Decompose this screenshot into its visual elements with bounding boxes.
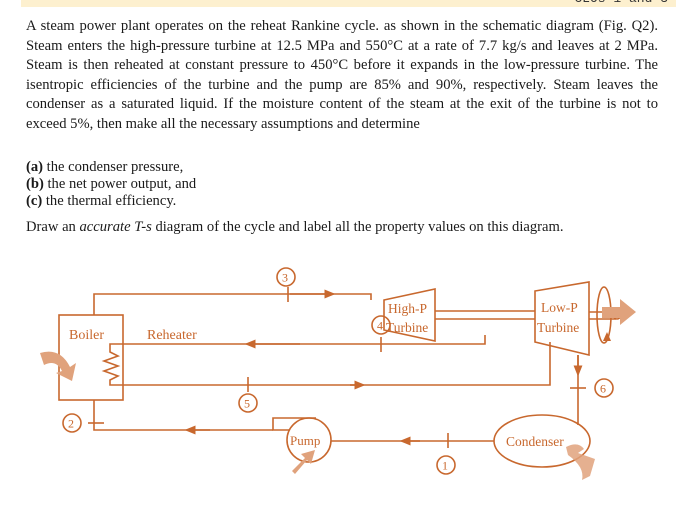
hp-turbine-label-1: High-P [388, 301, 427, 316]
state-5-label: 5 [244, 397, 250, 411]
pump-label: Pump [290, 433, 320, 448]
boiler-label: Boiler [69, 328, 104, 343]
pipe-5 [127, 342, 551, 386]
reheater-label: Reheater [147, 328, 197, 343]
rankine-schematic: Boiler Reheater High-P Turbine Low-P Tur… [40, 267, 636, 480]
part-b: (b) the net power output, and [26, 176, 197, 192]
lp-turbine-label-1: Low-P [541, 300, 578, 315]
pipe-3 [93, 293, 372, 315]
heat-in-arrow-icon [40, 351, 76, 381]
state-3-label: 3 [282, 271, 288, 285]
header-banner: CLOs 1 and 3 [21, 0, 676, 7]
state-2-label: 2 [68, 417, 74, 431]
banner-text: CLOs 1 and 3 [574, 0, 668, 6]
state-1-label: 1 [442, 459, 448, 473]
pump-work-arrow-icon [292, 450, 315, 474]
lp-turbine [534, 281, 590, 357]
lp-turbine-label-2: Turbine [537, 320, 579, 335]
state-4-label: 4 [377, 319, 383, 333]
condenser-label: Condenser [506, 434, 564, 449]
part-a: (a) the condenser pressure, [26, 159, 184, 175]
state-6-label: 6 [600, 382, 606, 396]
draw-instruction: Draw an accurate T-s diagram of the cycl… [26, 219, 564, 235]
work-out-arrow-icon [602, 299, 636, 325]
question-parts: (a) the condenser pressure, (b) the net … [26, 159, 196, 210]
problem-statement: A steam power plant operates on the rehe… [26, 18, 658, 132]
hp-turbine-label-2: Turbine [386, 320, 428, 335]
part-c: (c) the thermal efficiency. [26, 193, 177, 209]
